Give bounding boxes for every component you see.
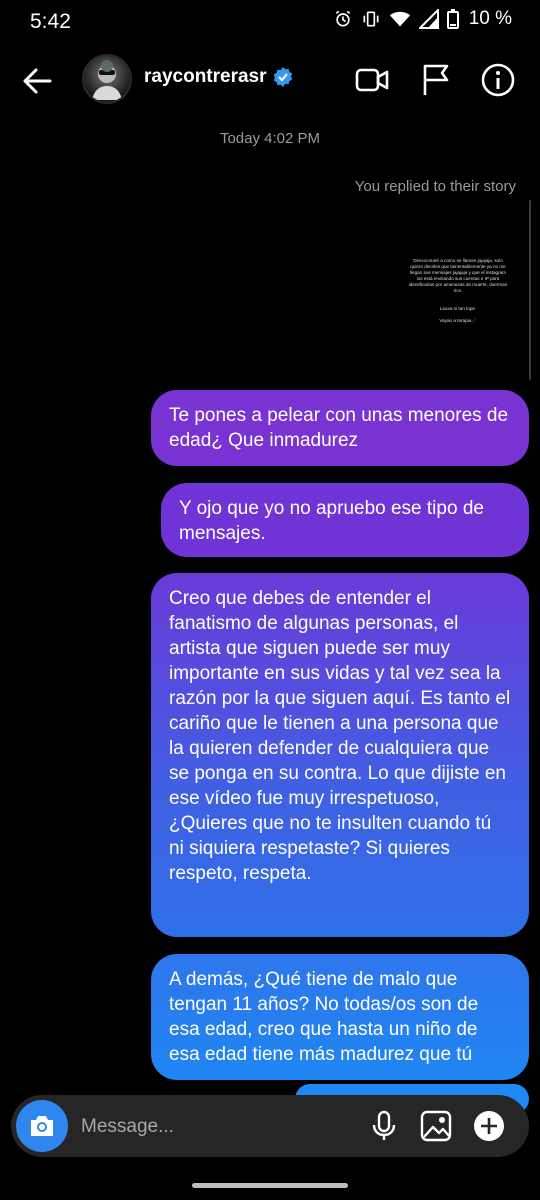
message-bubble[interactable]: Y ojo que yo no apruebo ese tipo de mens… xyxy=(161,483,529,557)
wifi-icon xyxy=(389,11,410,27)
story-text-3: Vayan a terapia ☄ xyxy=(439,318,477,323)
story-text-2: Lauxa ni tan tope. xyxy=(439,306,477,311)
report-flag-icon[interactable] xyxy=(418,62,454,98)
story-text: Direccionaré a como se llaman jajajaja, … xyxy=(408,258,508,293)
chat-header: raycontrerasr xyxy=(0,44,540,116)
verified-badge-icon xyxy=(273,67,292,87)
message-input[interactable] xyxy=(79,1095,333,1159)
status-icons: 10 % xyxy=(333,8,512,30)
camera-button[interactable] xyxy=(16,1100,68,1152)
gallery-icon[interactable] xyxy=(419,1109,453,1143)
message-bubble[interactable]: A demás, ¿Qué tiene de malo que tengan 1… xyxy=(151,954,529,1080)
alarm-icon xyxy=(335,10,350,27)
camera-icon xyxy=(31,1116,53,1136)
thread-timestamp: Today 4:02 PM xyxy=(219,130,321,147)
username: raycontrerasr xyxy=(144,66,267,87)
status-time: 5:42 xyxy=(30,10,71,33)
microphone-icon[interactable] xyxy=(367,1109,401,1143)
username-group[interactable]: raycontrerasr xyxy=(144,66,293,88)
status-bar: 5:42 10 % xyxy=(0,0,540,44)
message-bubble[interactable]: Creo que debes de entender el fanatismo … xyxy=(151,573,529,937)
message-composer xyxy=(11,1095,529,1159)
avatar[interactable] xyxy=(82,54,132,104)
add-plus-icon[interactable] xyxy=(472,1109,506,1143)
avatar-figure-icon xyxy=(92,60,122,100)
signal-icon xyxy=(418,9,439,29)
video-call-icon[interactable] xyxy=(354,62,390,98)
info-icon[interactable] xyxy=(480,62,516,98)
gesture-nav-bar[interactable] xyxy=(192,1183,348,1188)
back-arrow-icon[interactable] xyxy=(20,64,54,98)
story-reply-label: You replied to their story xyxy=(354,178,516,195)
battery-percent: 10 % xyxy=(468,8,512,29)
vibrate-icon xyxy=(363,11,379,27)
message-bubble[interactable]: Te pones a pelear con unas menores de ed… xyxy=(151,390,529,466)
story-thumbnail[interactable]: Direccionaré a como se llaman jajajaja, … xyxy=(408,258,508,338)
story-reply-line xyxy=(529,200,531,380)
battery-icon xyxy=(446,9,459,29)
